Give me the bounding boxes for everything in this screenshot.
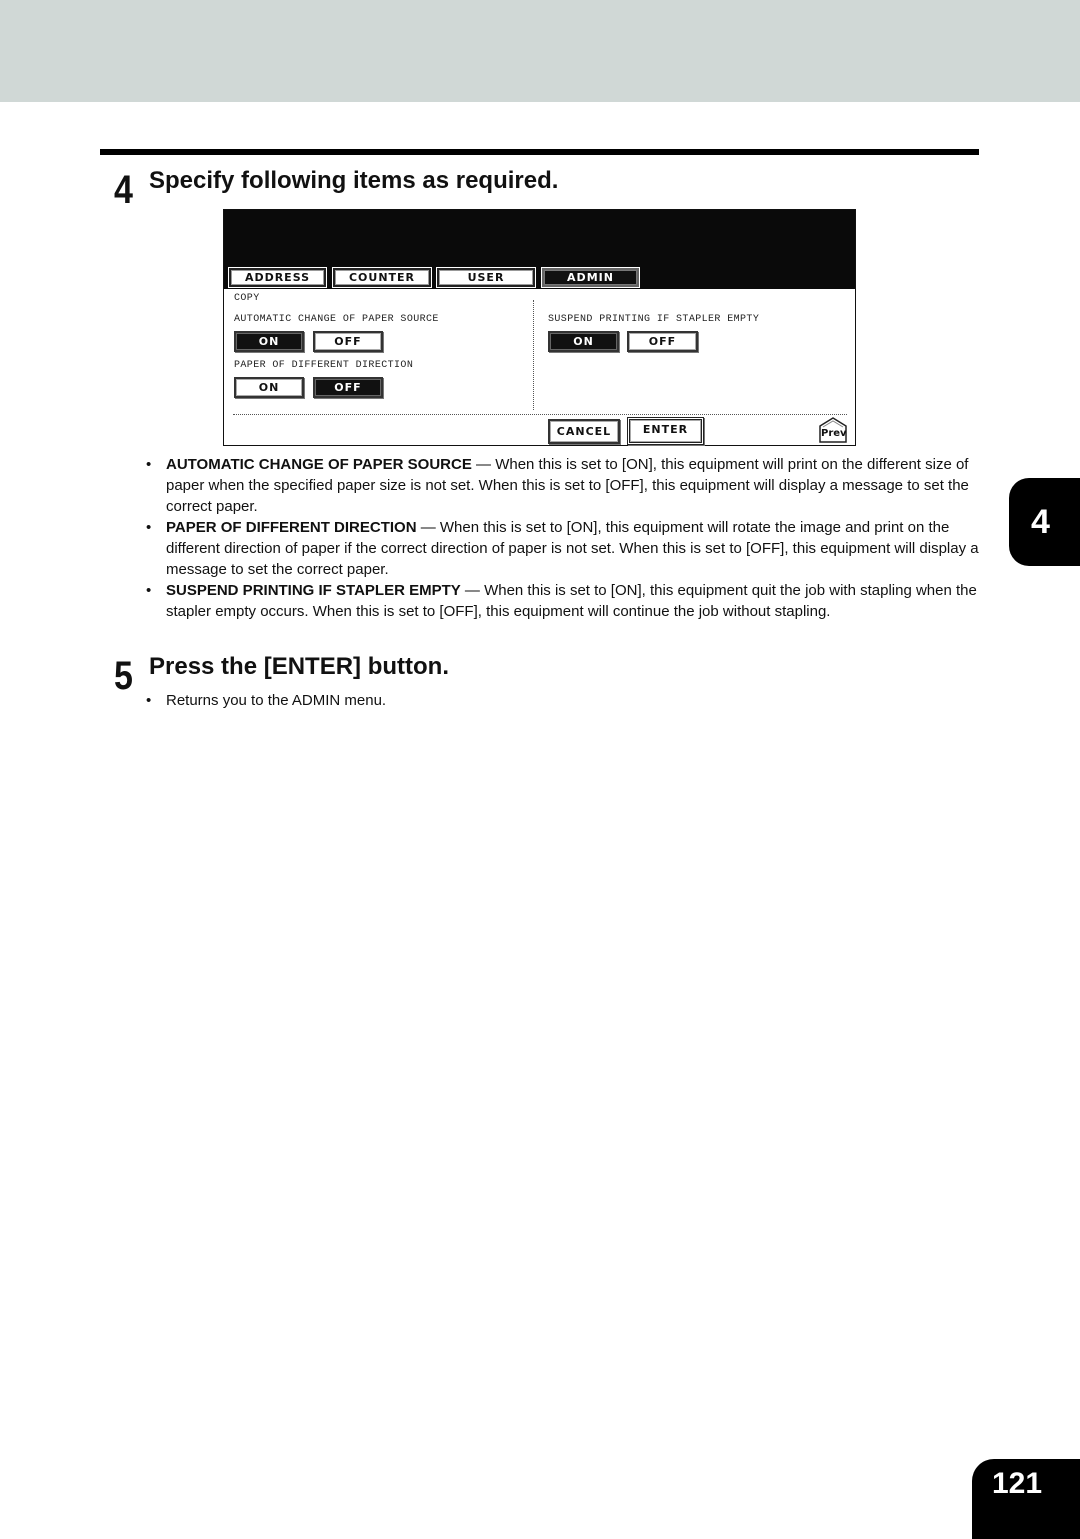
direction-off-button[interactable]: OFF — [313, 377, 383, 398]
bullet-glyph: • — [146, 692, 152, 709]
control-panel-screenshot: ADDRESS COUNTER USER ADMIN COPY AUTOMATI… — [223, 209, 856, 446]
column-divider — [533, 300, 534, 410]
bullet-glyph: • — [146, 582, 152, 599]
step-note-text: Returns you to the ADMIN menu. — [166, 692, 387, 709]
tab-counter[interactable]: COUNTER — [332, 267, 432, 288]
suspend-on-button[interactable]: ON — [548, 331, 619, 352]
cancel-button[interactable]: CANCEL — [548, 419, 620, 444]
tab-address[interactable]: ADDRESS — [228, 267, 327, 288]
section-rule — [100, 149, 979, 155]
setting-label-auto-change: AUTOMATIC CHANGE OF PAPER SOURCE — [234, 314, 439, 325]
suspend-off-button[interactable]: OFF — [627, 331, 698, 352]
footer-divider — [233, 414, 847, 415]
section-label-copy: COPY — [234, 293, 260, 304]
direction-on-button[interactable]: ON — [234, 377, 304, 398]
page-number: 121 — [972, 1459, 1080, 1539]
chapter-tab: 4 — [1009, 478, 1080, 566]
prev-label: Prev — [821, 428, 847, 439]
auto-change-off-button[interactable]: OFF — [313, 331, 383, 352]
bullet-glyph: • — [146, 456, 152, 473]
description-term: PAPER OF DIFFERENT DIRECTION — [166, 519, 417, 536]
step-number: 5 — [114, 654, 133, 698]
step-title: Specify following items as required. — [149, 167, 559, 194]
step-number: 4 — [114, 168, 133, 212]
tab-user[interactable]: USER — [436, 267, 536, 288]
bullet-glyph: • — [146, 519, 152, 536]
description-term: AUTOMATIC CHANGE OF PAPER SOURCE — [166, 456, 472, 473]
enter-button[interactable]: ENTER — [627, 417, 704, 445]
prev-button[interactable]: Prev — [818, 417, 848, 443]
header-band — [0, 0, 1080, 102]
tab-admin[interactable]: ADMIN — [541, 267, 640, 288]
setting-label-different-direction: PAPER OF DIFFERENT DIRECTION — [234, 360, 414, 371]
description-item: • PAPER OF DIFFERENT DIRECTION — When th… — [146, 517, 982, 580]
step-title: Press the [ENTER] button. — [149, 653, 450, 680]
description-item: • SUSPEND PRINTING IF STAPLER EMPTY — Wh… — [146, 580, 982, 622]
setting-label-suspend-printing: SUSPEND PRINTING IF STAPLER EMPTY — [548, 314, 760, 325]
step-note: • Returns you to the ADMIN menu. — [146, 690, 386, 711]
description-term: SUSPEND PRINTING IF STAPLER EMPTY — [166, 582, 461, 599]
description-item: • AUTOMATIC CHANGE OF PAPER SOURCE — Whe… — [146, 454, 982, 517]
auto-change-on-button[interactable]: ON — [234, 331, 304, 352]
settings-descriptions: • AUTOMATIC CHANGE OF PAPER SOURCE — Whe… — [146, 454, 982, 622]
